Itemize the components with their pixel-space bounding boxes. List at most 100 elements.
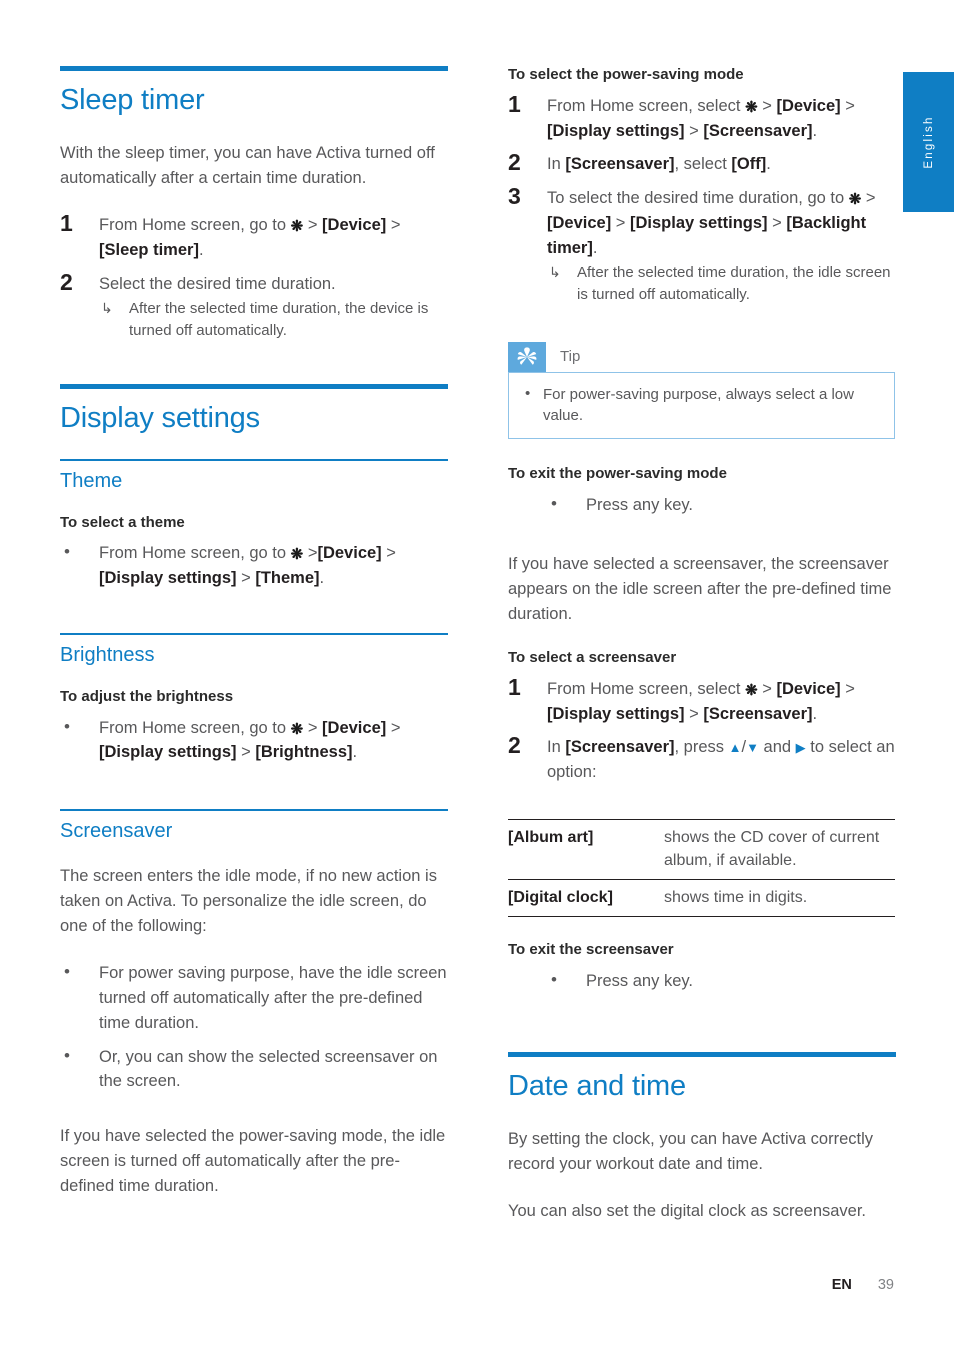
left-column: Sleep timer With the sleep timer, you ca… [60,66,448,1199]
step-text-suffix: . [766,155,771,174]
bullet-dot-icon: • [525,384,531,402]
step-number: 2 [508,732,521,759]
step-result: ↳ After the selected time duration, the … [99,298,448,342]
right-column: To select the power-saving mode 1 From H… [508,66,896,1224]
bullet-dot-icon: • [64,1045,70,1065]
section-rule-sleep-timer [60,66,448,71]
option-term: [Digital clock] [508,889,613,907]
step-number: 3 [508,183,521,209]
procedure-title-exit-screensaver: To exit the screensaver [508,941,674,959]
step-item: 1 From Home screen, select ❋ > [Device] … [508,90,855,140]
step-item: 2 Select the desired time duration. ↳ Af… [60,269,448,342]
step-text-prefix: In [547,155,566,174]
screensaver-intro: The screen enters the idle mode, if no n… [60,867,437,936]
menu-path-device: [Device] [322,718,387,737]
menu-path-device: [Device] [776,679,841,698]
menu-path-device: [Device] [776,96,841,115]
list-item: • Press any key. [508,969,896,994]
footer-page-number: 39 [877,1277,894,1293]
screensaver-appears-paragraph: If you have selected a screensaver, the … [508,554,892,623]
step-text-prefix: In [547,738,566,757]
menu-path-display-settings: [Display settings] [547,121,685,140]
step-item: 3 To select the desired time duration, g… [508,183,896,306]
manual-page: English Sleep timer With the sleep timer… [0,0,954,1350]
menu-path-display-settings: [Display settings] [630,213,768,232]
brightness-bullets: • From Home screen, go to ❋ > [Device] >… [60,716,448,766]
bullet-text-suffix: . [319,569,325,588]
bullet-dot-icon: • [551,970,557,990]
menu-path-display-settings: [Display settings] [547,704,685,723]
right-arrow-icon: ▶ [795,740,806,756]
gear-icon: ❋ [290,720,304,738]
language-tab: English [903,72,954,212]
bullet-dot-icon: • [64,962,70,982]
menu-path-screensaver: [Screensaver] [703,121,813,140]
bullet-text-prefix: From Home screen, go to [99,718,291,737]
tip-box: Tip • For power-saving purpose, always s… [508,341,895,440]
menu-path-theme: [Theme] [255,569,320,588]
step-result-text: After the selected time duration, the id… [577,264,891,303]
bullet-dot-icon: • [64,542,70,562]
sleep-timer-steps: 1 From Home screen, go to ❋ > [Device] >… [60,210,448,342]
section-rule-display-settings [60,383,448,389]
power-saving-select-steps: 1 From Home screen, select ❋ > [Device] … [508,90,896,306]
step-item: 1 From Home screen, go to ❋ > [Device] >… [60,210,401,259]
bullet-text-suffix: . [352,743,358,762]
subsection-title-theme: Theme [60,469,123,492]
step-text-suffix: . [812,704,818,723]
step-text-suffix: . [198,240,204,259]
subsection-rule-brightness [60,632,448,635]
step-number: 1 [508,90,521,117]
footer-locale: EN [831,1277,852,1293]
menu-path-device: [Device] [547,213,612,232]
step-number: 2 [60,268,73,295]
bullet-text-prefix: From Home screen, go to [99,544,291,563]
step-text-prefix: From Home screen, select [547,679,746,698]
subsection-rule-screensaver [60,809,448,812]
theme-bullets: • From Home screen, go to ❋ >[Device] > … [60,541,448,591]
list-item: • Or, you can show the selected screensa… [60,1045,448,1095]
step-item: 2 In [Screensaver], press ▲/▼ and ▶ to s… [508,732,895,782]
option-term: [Album art] [508,828,594,846]
screensaver-bullets: • For power saving purpose, have the idl… [60,961,448,1094]
section-rule-date-and-time [508,1051,896,1057]
step-text-lead: To select the desired time duration, go … [547,189,849,207]
page-footer: EN 39 [0,1277,894,1293]
list-item: • From Home screen, go to ❋ > [Device] >… [64,716,401,762]
menu-path-device: [Device] [317,544,382,563]
result-arrow-icon: ↳ [549,264,561,281]
procedure-title-adjust-brightness: To adjust the brightness [60,687,234,705]
step-text-suffix: . [812,121,818,140]
gear-icon: ❋ [290,218,304,236]
screensaver-select-steps: 1 From Home screen, select ❋ > [Device] … [508,674,896,785]
procedure-title-exit-power-saving: To exit the power-saving mode [508,465,727,483]
down-arrow-icon: ▼ [746,740,759,756]
bullet-dot-icon: • [551,494,557,514]
procedure-title-select-screensaver: To select a screensaver [508,649,677,667]
menu-path-sleep-timer: [Sleep timer] [99,240,199,259]
screensaver-exit-bullets: • Press any key. [508,969,896,994]
subsection-rule-theme [60,458,448,461]
menu-value-off: [Off] [731,155,767,174]
step-text-suffix: . [592,238,598,257]
section-title-date-and-time: Date and time [508,1069,686,1102]
date-and-time-paragraph-2: You can also set the digital clock as sc… [508,1201,867,1220]
list-item: • Press any key. [508,493,896,518]
menu-path-brightness: [Brightness] [255,743,353,762]
step-text-prefix: From Home screen, go to [99,216,291,235]
step-number: 2 [508,149,521,176]
gear-icon: ❋ [745,681,758,699]
tip-header: Tip [508,341,895,372]
step-text-middle: , select [674,155,732,174]
gear-icon: ❋ [848,191,862,208]
tip-body: • For power-saving purpose, always selec… [508,371,895,440]
gear-icon: ❋ [290,546,304,564]
menu-path-display-settings: [Display settings] [99,569,237,588]
menu-path-device: [Device] [322,216,387,235]
menu-path-screensaver: [Screensaver] [703,704,813,723]
menu-target-screensaver: [Screensaver] [565,738,675,757]
step-item: 2 In [Screensaver], select [Off]. [508,149,896,177]
language-tab-label: English [922,115,935,169]
tip-item-text: For power-saving purpose, always select … [543,385,854,425]
menu-target-screensaver: [Screensaver] [565,155,675,174]
